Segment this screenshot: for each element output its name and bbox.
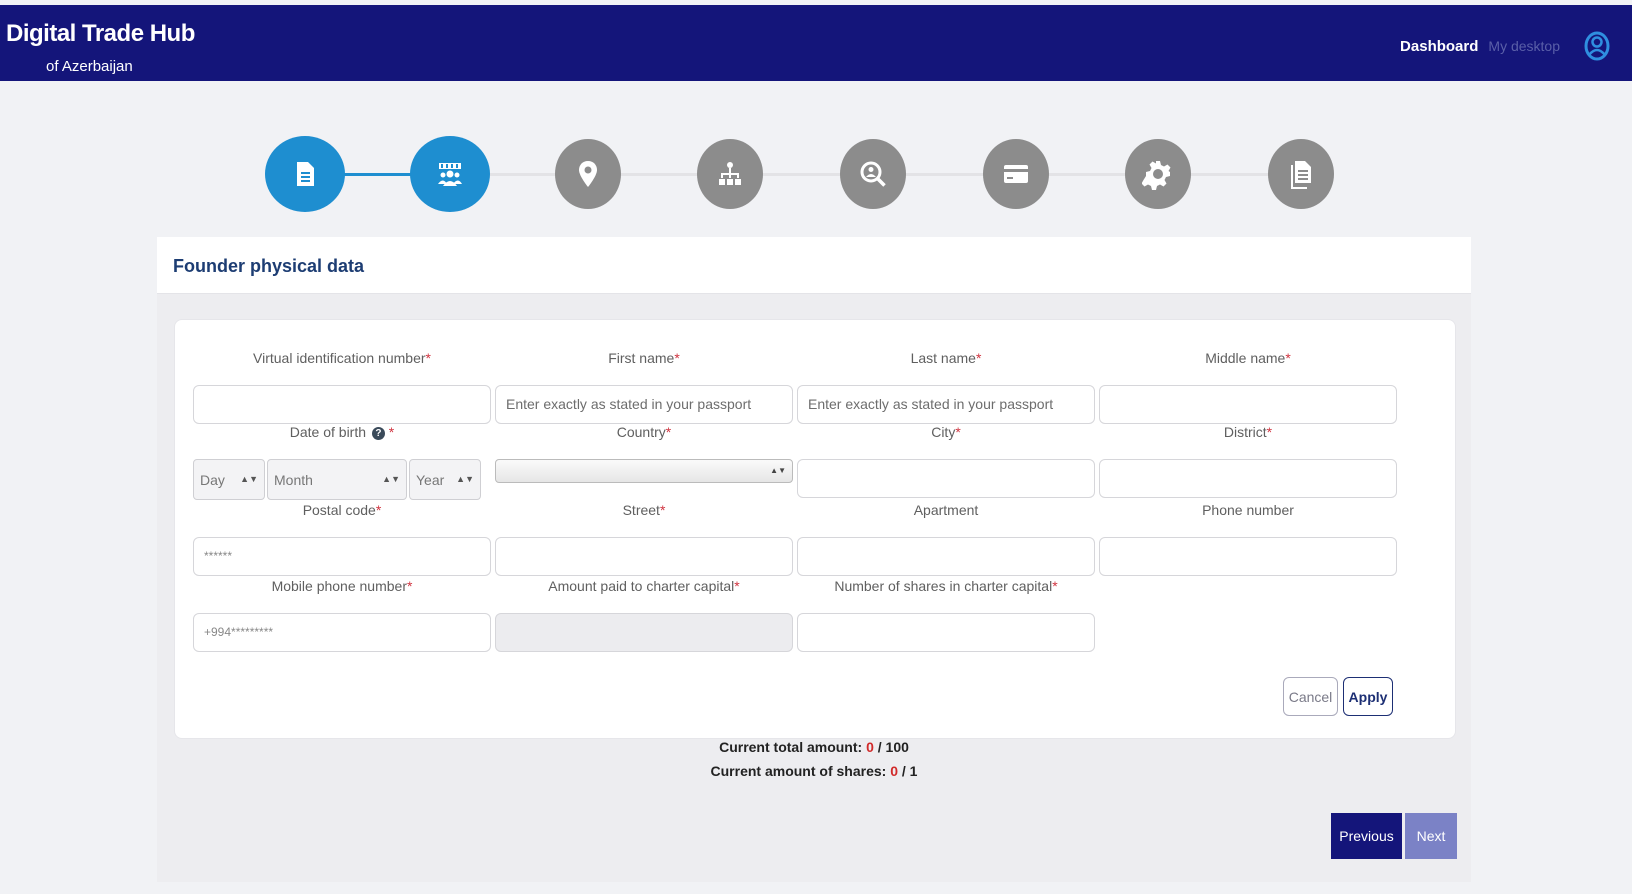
founder-form: Virtual identification number* First nam…	[174, 319, 1456, 739]
total-amount-current: 0	[866, 739, 874, 755]
card-header: Founder physical data	[157, 237, 1471, 294]
shares-field: Number of shares in charter capital*	[797, 578, 1095, 652]
district-label: District*	[1223, 424, 1273, 440]
search-people-icon	[860, 161, 886, 187]
total-shares-max: / 1	[898, 763, 918, 779]
vin-field: Virtual identification number*	[193, 350, 491, 424]
city-field: City*	[797, 424, 1095, 498]
step-settings[interactable]	[1125, 139, 1191, 209]
brand-title[interactable]: Digital Trade Hub	[6, 20, 195, 48]
mobile-phone-field: Mobile phone number* +994*********	[193, 578, 491, 652]
shares-input[interactable]	[797, 613, 1095, 652]
apply-button[interactable]: Apply	[1343, 677, 1393, 716]
user-circle-icon[interactable]	[1584, 31, 1610, 61]
hierarchy-icon	[719, 162, 741, 185]
country-select[interactable]: ▲▼	[495, 459, 793, 483]
founders-icon	[438, 163, 462, 186]
total-shares-current: 0	[890, 763, 899, 779]
step-payment[interactable]	[983, 139, 1049, 209]
page-title: Founder physical data	[173, 256, 365, 276]
dob-day-select[interactable]: Day ▲▼	[193, 459, 265, 500]
founder-card: Founder physical data Virtual identifica…	[157, 237, 1471, 882]
amount-paid-label: Amount paid to charter capital*	[548, 578, 740, 594]
city-label: City*	[931, 424, 961, 440]
district-input[interactable]	[1099, 459, 1397, 498]
country-field: Country* ▲▼	[495, 424, 793, 483]
dob-year-select[interactable]: Year ▲▼	[409, 459, 481, 500]
settings-gear-icon	[1142, 161, 1171, 190]
apartment-label: Apartment	[913, 502, 979, 518]
last-name-label: Last name*	[910, 350, 982, 366]
total-shares-label: Current amount of shares:	[710, 763, 891, 779]
total-amount-label: Current total amount:	[719, 739, 867, 755]
phone-number-input[interactable]	[1099, 537, 1397, 576]
amount-paid-field: Amount paid to charter capital*	[495, 578, 793, 652]
dob-field: Date of birth ? * Day ▲▼ Month ▲▼ Year ▲▼	[193, 424, 491, 500]
documents-icon	[1291, 161, 1311, 189]
postal-code-label: Postal code*	[302, 502, 382, 518]
city-input[interactable]	[797, 459, 1095, 498]
street-field: Street*	[495, 502, 793, 576]
mobile-phone-input[interactable]: +994*********	[193, 613, 491, 652]
next-button[interactable]: Next	[1405, 813, 1457, 859]
document-icon	[297, 162, 314, 186]
top-header: Digital Trade Hub of Azerbaijan Dashboar…	[0, 5, 1632, 81]
country-label: Country*	[616, 424, 672, 440]
dob-month-select[interactable]: Month ▲▼	[267, 459, 407, 500]
first-name-input[interactable]: Enter exactly as stated in your passport	[495, 385, 793, 424]
previous-button[interactable]: Previous	[1331, 813, 1402, 859]
my-desktop-link[interactable]: My desktop	[1488, 38, 1560, 54]
district-field: District*	[1099, 424, 1397, 498]
location-pin-icon	[579, 161, 597, 187]
total-shares-line: Current amount of shares: 0 / 1	[157, 763, 1471, 779]
select-arrows-icon: ▲▼	[456, 474, 474, 484]
dob-selects: Day ▲▼ Month ▲▼ Year ▲▼	[193, 459, 491, 500]
middle-name-input[interactable]	[1099, 385, 1397, 424]
dob-label: Date of birth ? *	[289, 424, 395, 440]
apartment-field: Apartment	[797, 502, 1095, 576]
middle-name-field: Middle name*	[1099, 350, 1397, 424]
step-structure[interactable]	[697, 139, 763, 209]
total-amount-line: Current total amount: 0 / 100	[157, 739, 1471, 755]
total-amount-max: / 100	[873, 739, 909, 755]
first-name-field: First name* Enter exactly as stated in y…	[495, 350, 793, 424]
select-arrows-icon: ▲▼	[770, 466, 786, 475]
street-input[interactable]	[495, 537, 793, 576]
step-documents[interactable]	[1268, 139, 1334, 209]
step-founders[interactable]	[410, 136, 490, 212]
header-nav: Dashboard My desktop	[1400, 31, 1610, 61]
street-label: Street*	[622, 502, 666, 518]
step-search[interactable]	[840, 139, 906, 209]
amount-paid-input	[495, 613, 793, 652]
phone-number-field: Phone number	[1099, 502, 1397, 576]
step-location[interactable]	[555, 139, 621, 209]
help-icon[interactable]: ?	[371, 427, 385, 440]
mobile-phone-label: Mobile phone number*	[271, 578, 413, 594]
shares-label: Number of shares in charter capital*	[834, 578, 1058, 594]
progress-stepper	[265, 136, 1347, 212]
select-arrows-icon: ▲▼	[240, 474, 258, 484]
postal-code-field: Postal code* ******	[193, 502, 491, 576]
vin-input[interactable]	[193, 385, 491, 424]
last-name-input[interactable]: Enter exactly as stated in your passport	[797, 385, 1095, 424]
cancel-button[interactable]: Cancel	[1283, 677, 1338, 716]
last-name-field: Last name* Enter exactly as stated in yo…	[797, 350, 1095, 424]
first-name-label: First name*	[608, 350, 680, 366]
postal-code-input[interactable]: ******	[193, 537, 491, 576]
brand-subtitle: of Azerbaijan	[46, 58, 133, 75]
dashboard-link[interactable]: Dashboard	[1400, 38, 1478, 55]
card-icon	[1004, 165, 1028, 183]
middle-name-label: Middle name*	[1205, 350, 1291, 366]
phone-number-label: Phone number	[1202, 502, 1294, 518]
vin-label: Virtual identification number*	[253, 350, 431, 366]
step-document[interactable]	[265, 136, 345, 212]
apartment-input[interactable]	[797, 537, 1095, 576]
select-arrows-icon: ▲▼	[382, 474, 400, 484]
